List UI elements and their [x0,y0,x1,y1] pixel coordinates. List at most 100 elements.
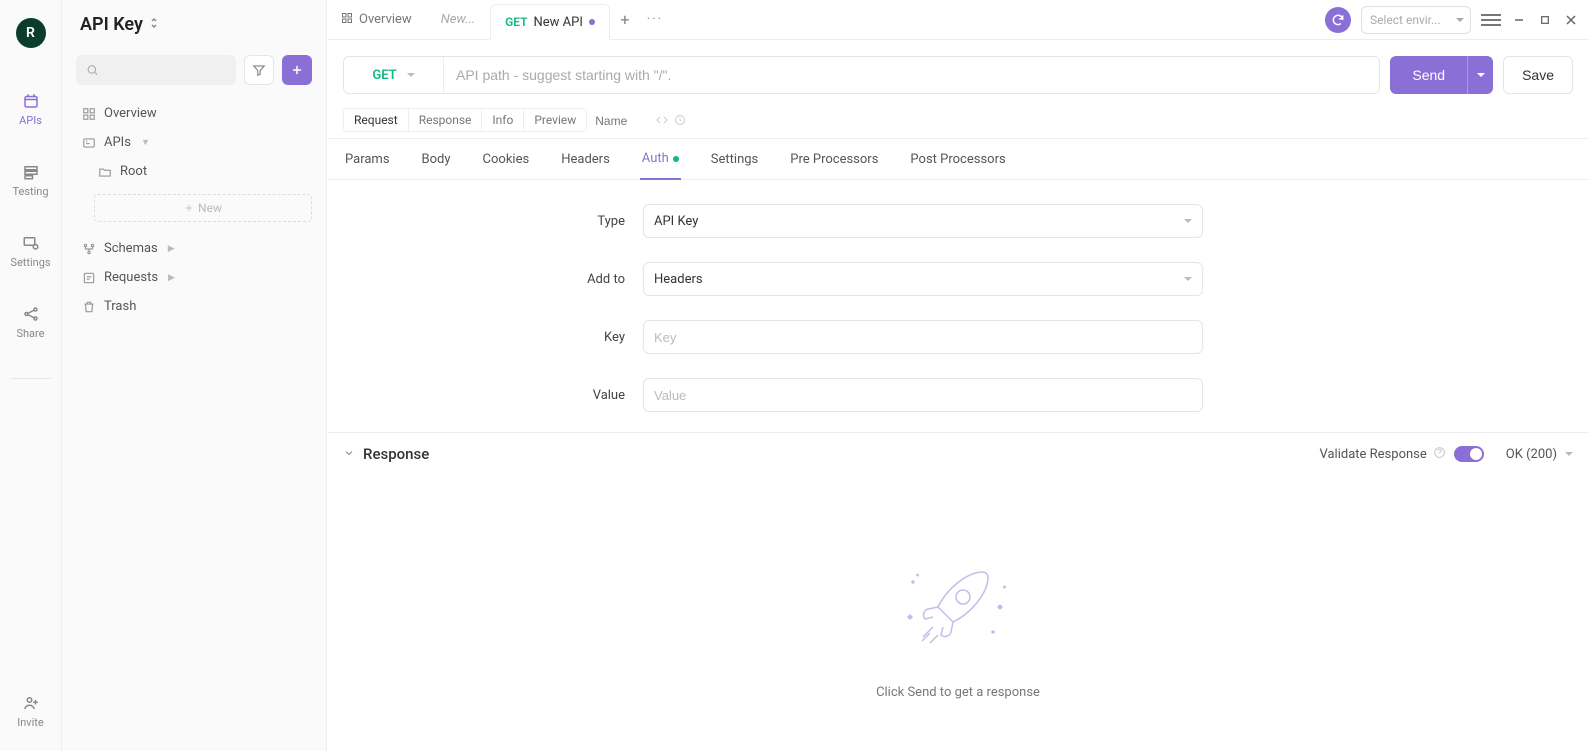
plus-icon [184,203,194,213]
avatar[interactable]: R [16,18,46,48]
plus-icon [290,63,304,77]
tab-method: GET [505,15,527,29]
sidebar-title: API Key [80,14,143,35]
tab-label: New API [534,15,583,30]
rail-label: Invite [17,716,44,729]
schemas-icon [82,242,96,256]
tree-label: Requests [104,270,158,285]
menu-button[interactable] [1481,14,1501,26]
help-icon[interactable] [1433,446,1446,463]
status-select[interactable]: OK (200) [1506,447,1573,462]
path-input[interactable] [444,57,1379,93]
method-select[interactable]: GET [344,57,444,93]
key-label: Key [343,330,643,345]
trash-icon [82,300,96,314]
innertab-postprocessors[interactable]: Post Processors [908,139,1007,179]
validate-label: Validate Response [1320,447,1427,462]
addto-select[interactable]: Headers [643,262,1203,296]
pill-request[interactable]: Request [344,109,409,131]
rail-label: Testing [12,185,48,198]
search-input[interactable] [99,63,226,78]
tree-root[interactable]: Root [92,159,312,184]
tab-label: New... [441,12,475,27]
auth-active-badge-icon [673,156,679,162]
pill-preview[interactable]: Preview [524,109,586,131]
innertab-body[interactable]: Body [420,139,453,179]
env-placeholder: Select envir... [1370,13,1441,27]
type-label: Type [343,214,643,229]
method-label: GET [372,68,396,83]
tree-requests[interactable]: Requests ▶ [76,265,312,290]
status-label: OK (200) [1506,447,1557,462]
tree-trash[interactable]: Trash [76,294,312,319]
pill-response[interactable]: Response [409,109,483,131]
innertab-headers[interactable]: Headers [559,139,612,179]
tab-new[interactable]: New... [427,0,490,39]
rail-item-invite[interactable]: Invite [0,690,61,733]
tree-label: Schemas [104,241,158,256]
send-label: Send [1390,56,1467,94]
pill-group: Request Response Info Preview [343,108,587,132]
tree-schemas[interactable]: Schemas ▶ [76,236,312,261]
rail-item-share[interactable]: Share [0,301,61,344]
send-button[interactable]: Send [1390,56,1493,94]
tree-overview[interactable]: Overview [76,101,312,126]
add-button[interactable] [282,55,312,85]
caret-icon: ▶ [168,273,175,283]
tab-overview[interactable]: Overview [327,0,427,39]
value-input[interactable] [654,388,1192,403]
history-icon[interactable] [673,114,687,129]
rail-item-apis[interactable]: APIs [0,88,61,131]
innertab-settings[interactable]: Settings [709,139,760,179]
rail-item-settings[interactable]: Settings [0,230,61,273]
value-label: Value [343,388,643,403]
testing-icon [22,163,40,181]
rocket-icon [898,557,1018,667]
pill-info[interactable]: Info [482,109,524,131]
share-icon [22,305,40,323]
filter-button[interactable] [244,55,274,85]
api-icon [22,92,40,110]
tree-label: Overview [104,106,157,121]
tab-new-api[interactable]: GET New API [490,4,610,40]
send-dropdown[interactable] [1467,56,1493,94]
tree-label: Root [120,164,147,179]
innertab-cookies[interactable]: Cookies [481,139,532,179]
title-selector-icon[interactable] [149,16,159,33]
request-row: GET Send Save [327,40,1589,104]
rail-item-testing[interactable]: Testing [0,159,61,202]
unsaved-dot-icon [589,19,595,25]
innertab-preprocessors[interactable]: Pre Processors [788,139,880,179]
tree-apis[interactable]: APIs ▼ [76,130,312,155]
name-input[interactable] [595,114,655,128]
environment-select[interactable]: Select envir... [1361,6,1471,34]
overview-icon [341,12,353,28]
requests-icon [82,271,96,285]
key-input[interactable] [654,330,1192,345]
nav-rail: R APIs Testing Settings Share [0,0,62,751]
new-item-button[interactable]: New [94,194,312,222]
tree-label: APIs [104,135,131,150]
response-empty: Click Send to get a response [327,476,1589,751]
invite-icon [22,694,40,712]
tab-more-button[interactable]: ··· [640,0,670,39]
innertab-auth[interactable]: Auth [640,139,681,180]
close-button[interactable] [1563,12,1579,28]
tree-label: Trash [104,299,136,314]
collapse-icon[interactable] [343,447,355,462]
search-input-container[interactable] [76,55,236,85]
save-button[interactable]: Save [1503,56,1573,94]
type-select[interactable]: API Key [643,204,1203,238]
validate-toggle[interactable] [1454,446,1484,462]
maximize-button[interactable] [1537,12,1553,28]
apis-icon [82,136,96,150]
sync-button[interactable] [1325,7,1351,33]
rail-separator [11,378,51,379]
tab-add-button[interactable]: + [610,0,640,39]
auth-form: Type API Key Add to Headers Key Value [327,180,1589,433]
sidebar: API Key Overview APIs [62,0,327,751]
innertab-params[interactable]: Params [343,139,392,179]
minimize-button[interactable] [1511,12,1527,28]
code-icon[interactable] [655,114,669,129]
caret-icon: ▼ [141,137,150,148]
